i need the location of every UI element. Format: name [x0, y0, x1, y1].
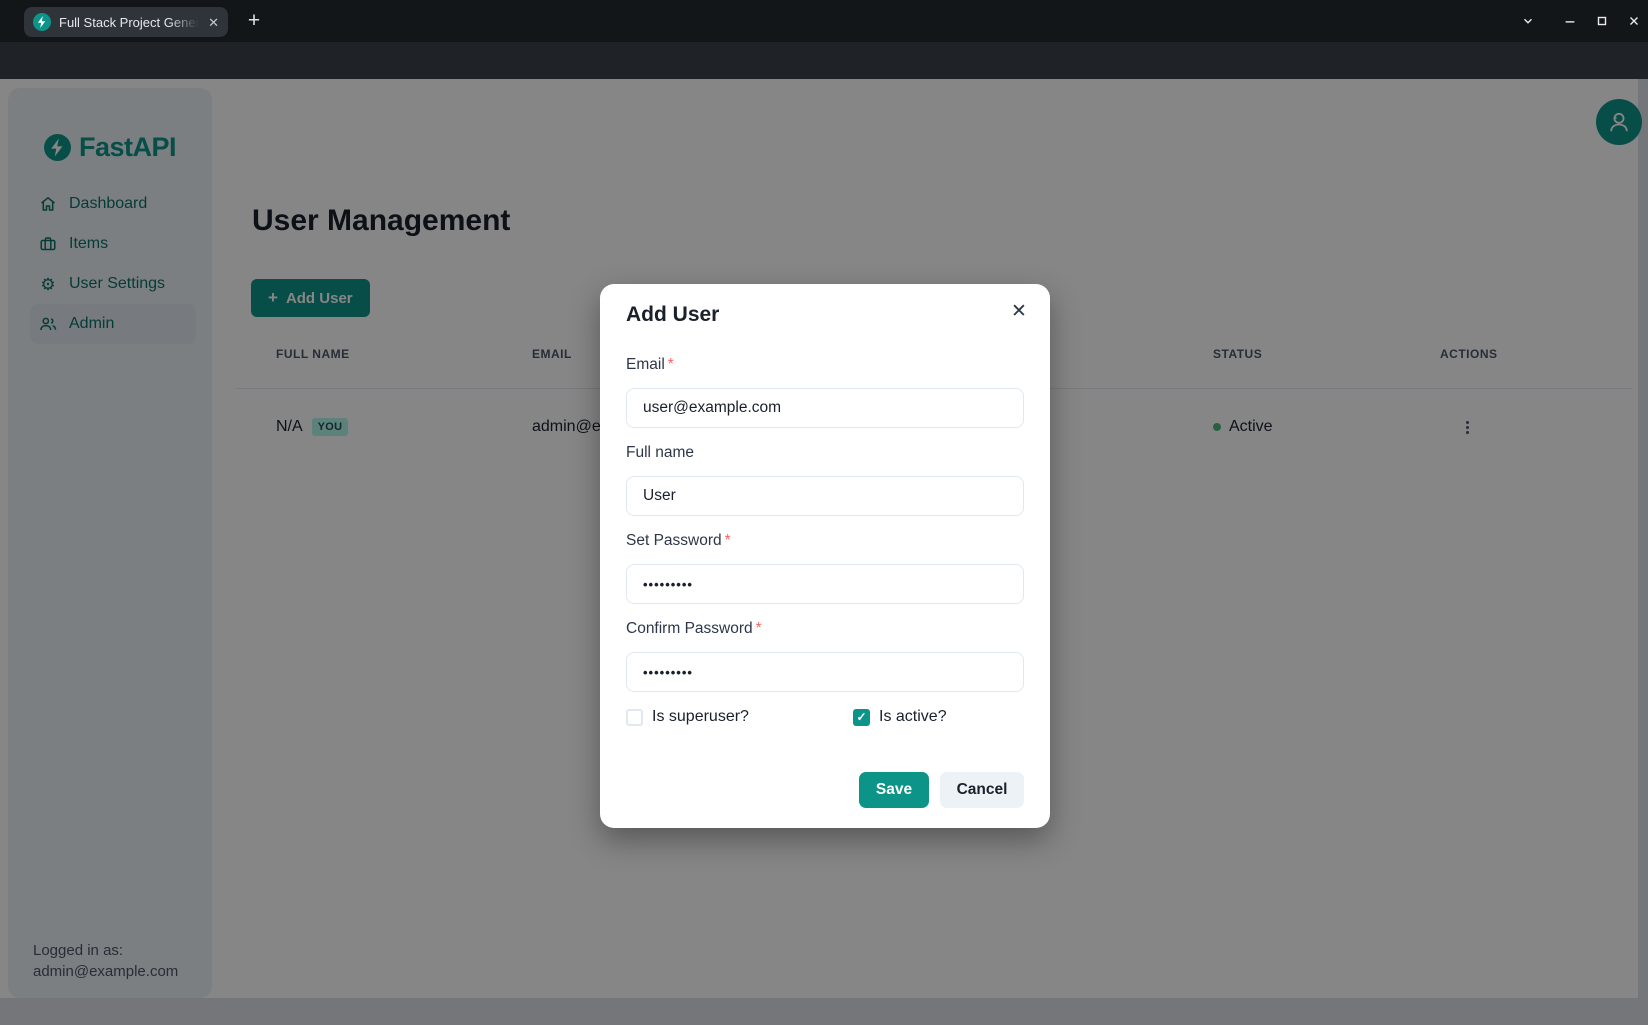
tab-close-icon[interactable]: ✕: [208, 16, 219, 29]
window-close-button[interactable]: [1626, 13, 1642, 29]
full-name-field[interactable]: [626, 476, 1024, 516]
new-tab-button[interactable]: +: [241, 8, 267, 34]
confirm-password-field[interactable]: [626, 652, 1024, 692]
confirm-password-field-group: Confirm Password*: [626, 620, 1024, 692]
checkbox-row: Is superuser? ✓ Is active?: [626, 708, 1024, 728]
full-name-label: Full name: [626, 444, 1024, 466]
is-superuser-label: Is superuser?: [652, 708, 749, 726]
full-name-field-group: Full name: [626, 444, 1024, 516]
browser-tab[interactable]: Full Stack Project Genera ✕: [24, 7, 228, 37]
window-minimize-button[interactable]: [1562, 13, 1578, 29]
required-mark: *: [725, 532, 731, 549]
modal-title: Add User: [626, 303, 719, 327]
set-password-label: Set Password*: [626, 532, 1024, 554]
modal-close-button[interactable]: ✕: [1005, 297, 1033, 325]
window-chevron-down-icon[interactable]: [1520, 13, 1536, 29]
save-button[interactable]: Save: [859, 772, 929, 808]
window-maximize-button[interactable]: [1594, 13, 1610, 29]
tab-title: Full Stack Project Genera: [59, 15, 199, 30]
cancel-button[interactable]: Cancel: [940, 772, 1024, 808]
is-active-label: Is active?: [879, 708, 947, 726]
required-mark: *: [668, 356, 674, 373]
browser-toolbar: i localhost/admin 1: [0, 42, 1648, 79]
email-field[interactable]: [626, 388, 1024, 428]
set-password-field-group: Set Password*: [626, 532, 1024, 604]
add-user-modal: Add User ✕ Email* Full name Set Password…: [600, 284, 1050, 828]
tab-strip: Full Stack Project Genera ✕ +: [0, 0, 1648, 42]
required-mark: *: [756, 620, 762, 637]
modal-button-row: Save Cancel: [859, 772, 1024, 808]
email-field-group: Email*: [626, 356, 1024, 428]
is-active-checkbox[interactable]: ✓ Is active?: [853, 708, 947, 726]
checkbox-checked-icon[interactable]: ✓: [853, 709, 870, 726]
is-superuser-checkbox[interactable]: Is superuser?: [626, 708, 749, 726]
checkbox-unchecked-icon[interactable]: [626, 709, 643, 726]
email-label: Email*: [626, 356, 1024, 378]
set-password-field[interactable]: [626, 564, 1024, 604]
fastapi-favicon-icon: [33, 13, 51, 31]
confirm-password-label: Confirm Password*: [626, 620, 1024, 642]
